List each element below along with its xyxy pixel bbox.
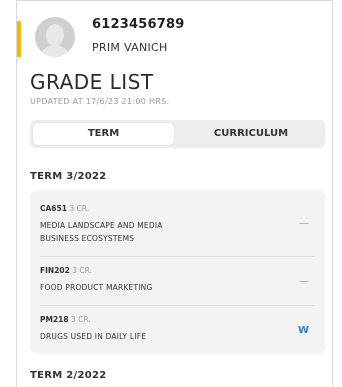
- tab-curriculum[interactable]: CURRICULUM: [180, 123, 322, 145]
- view-switcher: TERM CURRICULUM: [30, 120, 325, 148]
- course-credits: 3 CR.: [72, 266, 92, 275]
- profile-accent-bar: [17, 21, 21, 57]
- course-name: DRUGS USED IN DAILY LIFE: [40, 330, 315, 343]
- course-name-line: DRUGS USED IN DAILY LIFE: [40, 332, 147, 341]
- course-name: FOOD PRODUCT MARKETING: [40, 281, 315, 294]
- app-frame: 6123456789 PRIM VANICH GRADE LIST UPDATE…: [16, 0, 333, 387]
- course-divider: [40, 305, 315, 306]
- course-divider: [40, 256, 315, 257]
- course-credits: 3 CR.: [69, 204, 90, 213]
- course-code-line: CA651 3 CR.: [40, 204, 315, 213]
- course-item[interactable]: PM218 3 CR. DRUGS USED IN DAILY LIFE W: [40, 315, 315, 343]
- course-credits: 3 CR.: [71, 315, 91, 324]
- course-grade: W: [297, 325, 309, 336]
- term-card: CA651 3 CR. MEDIA LANDSCAPE AND MEDIA BU…: [30, 190, 325, 354]
- course-item[interactable]: FIN202 3 CR. FOOD PRODUCT MARKETING —: [40, 266, 315, 294]
- student-id: 6123456789: [92, 17, 185, 32]
- course-code: CA651: [40, 204, 67, 213]
- term-header: TERM 3/2022: [30, 171, 107, 182]
- course-name: MEDIA LANDSCAPE AND MEDIA BUSINESS ECOSY…: [40, 219, 315, 245]
- course-name-line: FOOD PRODUCT MARKETING: [40, 283, 153, 292]
- updated-timestamp: UPDATED AT 17/6/23 21:00 HRS.: [30, 97, 170, 106]
- course-name-line: BUSINESS ECOSYSTEMS: [40, 234, 135, 243]
- avatar-shoulders: [39, 45, 71, 57]
- course-code: PM218: [40, 315, 69, 324]
- user-avatar-icon: [35, 17, 75, 57]
- term-header: TERM 2/2022: [30, 370, 107, 381]
- course-code-line: PM218 3 CR.: [40, 315, 315, 324]
- avatar-head: [46, 24, 64, 46]
- page-title: GRADE LIST: [30, 70, 154, 94]
- course-item[interactable]: CA651 3 CR. MEDIA LANDSCAPE AND MEDIA BU…: [40, 204, 315, 245]
- student-name: PRIM VANICH: [92, 41, 168, 54]
- course-code: FIN202: [40, 266, 70, 275]
- tab-term[interactable]: TERM: [33, 123, 174, 145]
- course-name-line: MEDIA LANDSCAPE AND MEDIA: [40, 221, 163, 230]
- course-grade: —: [299, 218, 309, 229]
- course-code-line: FIN202 3 CR.: [40, 266, 315, 275]
- course-grade: —: [299, 276, 309, 287]
